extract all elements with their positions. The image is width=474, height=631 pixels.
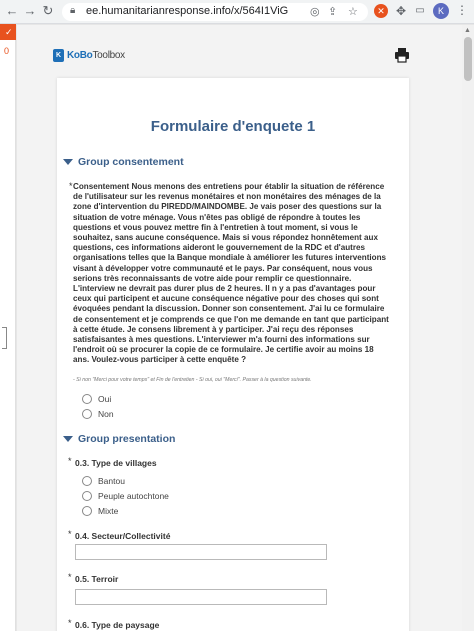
option-label: Bantou [98,476,125,486]
forward-icon[interactable]: → [22,3,38,19]
option-bantou[interactable]: Bantou [82,476,125,486]
group-label: Group consentement [78,156,184,168]
group-label: Group presentation [78,433,176,445]
side-panel: 0 [0,24,16,631]
logo-text-bold: KoBo [67,50,93,61]
question-label: 0.5. Terroir [75,574,119,584]
group-consentement-header[interactable]: Group consentement [63,156,184,168]
kobo-logo: K KoBoToolbox [53,49,125,62]
required-marker: * [68,572,72,582]
page: K KoBoToolbox Formulaire d'enquete 1 Gro… [17,25,462,631]
required-marker: * [68,529,72,539]
star-icon[interactable]: ☆ [348,5,358,18]
consent-hint: - Si non "Merci pour votre temps" et Fin… [73,377,312,383]
question-label: 0.4. Secteur/Collectivité [75,531,171,541]
scroll-thumb[interactable] [464,37,472,81]
option-label: Peuple autochtone [98,491,169,501]
terroir-input[interactable] [75,589,327,605]
radio-button[interactable] [82,491,92,501]
lock-icon[interactable]: 🔒︎ [70,5,75,16]
secteur-collectivite-input[interactable] [75,544,327,560]
option-label: Mixte [98,506,119,516]
reading-list-icon[interactable]: ▭ [413,4,427,18]
side-panel-handle[interactable] [2,327,7,349]
option-label: Oui [98,394,112,404]
kebab-icon[interactable]: ⋮ [456,3,468,17]
form-title: Formulaire d'enquete 1 [150,118,316,135]
back-icon[interactable]: ← [4,3,20,19]
location-icon[interactable]: ◎ [310,5,320,18]
option-non[interactable]: Non [82,409,114,419]
option-label: Non [98,409,114,419]
url-text[interactable]: ee.humanitarianresponse.info/x/564I1ViG [86,5,288,17]
scroll-up-icon[interactable]: ▲ [464,27,471,34]
share-icon[interactable]: ⇪ [328,5,337,18]
reload-icon[interactable]: ↻ [40,3,56,19]
caret-down-icon[interactable] [63,436,73,442]
required-marker: * [69,181,73,191]
print-icon[interactable] [394,47,410,63]
radio-button[interactable] [82,476,92,486]
extension-icon[interactable]: ✕ [374,4,388,18]
option-oui[interactable]: Oui [82,394,111,404]
group-presentation-header[interactable]: Group presentation [63,433,175,445]
caret-down-icon[interactable] [63,159,73,165]
radio-button[interactable] [82,394,92,404]
address-bar[interactable]: 🔒︎ ee.humanitarianresponse.info/x/564I1V… [62,3,368,21]
radio-button[interactable] [82,409,92,419]
question-label: 0.6. Type de paysage [75,620,160,630]
required-marker: * [68,618,72,628]
queue-count: 0 [4,46,10,56]
avatar[interactable]: K [433,3,449,19]
question-label: 0.3. Type de villages [75,458,157,468]
puzzle-icon[interactable]: ✥ [394,4,408,18]
option-peuple-autochtone[interactable]: Peuple autochtone [82,491,169,501]
form-card: Formulaire d'enquete 1 Group consentemen… [57,78,409,631]
radio-button[interactable] [82,506,92,516]
logo-text-light: Toolbox [92,50,125,61]
required-marker: * [68,456,72,466]
consent-question: Consentement Nous menons des entretiens … [73,182,389,365]
vertical-scrollbar[interactable]: ▲ [462,25,474,631]
browser-toolbar: ← → ↻ 🔒︎ ee.humanitarianresponse.info/x/… [0,0,474,24]
logo-mark: K [53,49,64,62]
option-mixte[interactable]: Mixte [82,506,118,516]
submission-badge-icon[interactable] [0,24,16,40]
